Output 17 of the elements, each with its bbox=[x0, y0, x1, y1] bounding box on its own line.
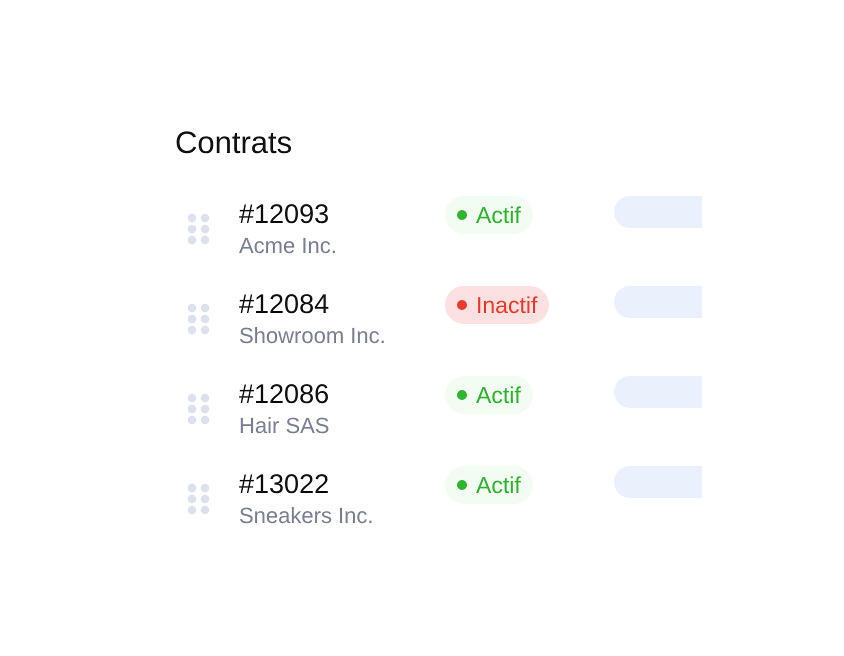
drag-handle-icon[interactable] bbox=[188, 483, 210, 515]
contract-number: #12086 bbox=[239, 378, 330, 411]
contract-number: #13022 bbox=[239, 468, 330, 501]
drag-handle-icon[interactable] bbox=[188, 213, 210, 245]
company-name: Showroom Inc. bbox=[239, 322, 387, 350]
section-title: Contrats bbox=[175, 124, 294, 162]
status-badge: Actif bbox=[445, 376, 533, 414]
contract-number: #12084 bbox=[239, 288, 330, 321]
company-name: Hair SAS bbox=[239, 412, 330, 440]
status-badge: Actif bbox=[445, 466, 533, 504]
company-name: Sneakers Inc. bbox=[239, 502, 375, 530]
drag-handle-icon[interactable] bbox=[188, 303, 210, 335]
drag-handle-icon[interactable] bbox=[188, 393, 210, 425]
status-badge: Inactif bbox=[445, 286, 550, 324]
contract-number: #12093 bbox=[239, 198, 330, 231]
status-badge: Actif bbox=[445, 196, 533, 234]
company-name: Acme Inc. bbox=[239, 232, 338, 260]
